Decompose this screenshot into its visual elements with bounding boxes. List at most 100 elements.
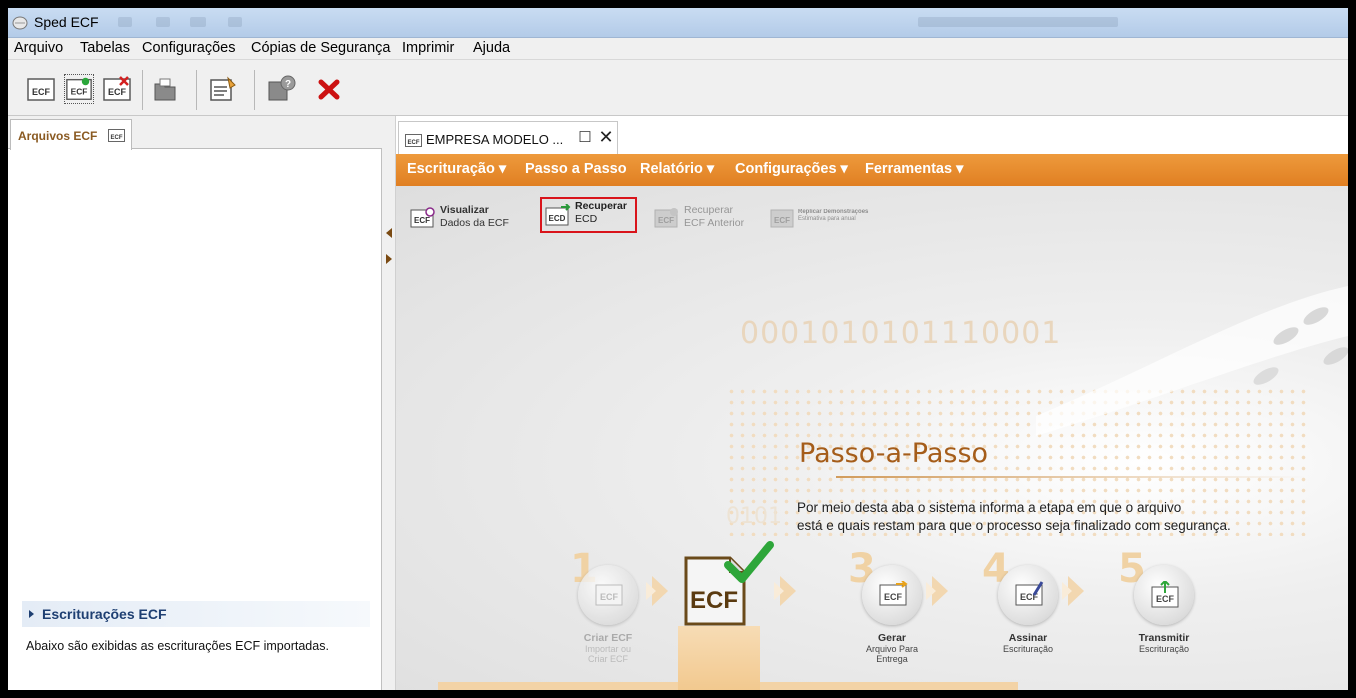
menu-bar: Arquivo Tabelas Configurações Cópias de … [8, 38, 1348, 60]
close-icon[interactable]: ✕ [598, 128, 614, 146]
menu-imprimir[interactable]: Imprimir [402, 40, 454, 56]
menu-ferramentas[interactable]: Ferramentas ▾ [865, 161, 963, 177]
svg-text:ECF: ECF [111, 135, 123, 141]
svg-text:ECF: ECF [774, 216, 790, 225]
background-title-ghost [918, 17, 1118, 27]
document-tab-strip: ECF EMPRESA MODELO ... ☐ ✕ [396, 116, 1348, 155]
recover-ecf-icon: ECF [654, 208, 678, 228]
qat-ghost-icon [156, 17, 170, 27]
action-label-1: Recuperar [575, 200, 627, 212]
step-chevron-icon [646, 576, 668, 606]
svg-text:ECF: ECF [600, 592, 619, 602]
action-label-1: Recuperar [684, 204, 734, 216]
svg-text:ECF: ECF [408, 140, 420, 146]
action-label-1: Replicar Demonstrações [798, 209, 869, 215]
edit-icon [210, 76, 236, 101]
menu-tabelas[interactable]: Tabelas [80, 40, 130, 56]
help-icon: ? [268, 75, 296, 101]
menu-passo-a-passo[interactable]: Passo a Passo [525, 161, 627, 177]
action-label-2: ECF Anterior [684, 217, 745, 229]
svg-text:?: ? [285, 79, 291, 90]
red-x-icon [318, 79, 340, 100]
step-title: ECF [690, 587, 738, 614]
toolbar: ECF ECF ECF ? [8, 60, 1348, 116]
visualizar-dados-button[interactable]: ECF Visualizar Dados da ECF [410, 202, 522, 236]
step-title: Transmitir [1138, 632, 1190, 644]
action-label-1: Visualizar [440, 204, 489, 216]
section-header-escrituracoes[interactable]: Escriturações ECF [22, 601, 370, 627]
menu-copias-seguranca[interactable]: Cópias de Segurança [251, 40, 390, 56]
active-step-glow [678, 626, 760, 690]
passo-a-passo-description-1: Por meio desta aba o sistema informa a e… [797, 500, 1182, 515]
menu-relatorio[interactable]: Relatório ▾ [640, 161, 714, 177]
recover-ecd-icon: ECD [545, 204, 571, 226]
step-title: Criar ECF [583, 632, 633, 644]
sped-app-icon [12, 16, 28, 30]
collapse-left-arrow-icon[interactable] [386, 228, 392, 238]
left-panel: Arquivos ECF ECF Escriturações ECF Abaix… [8, 116, 382, 690]
svg-text:ECF: ECF [1156, 594, 1175, 604]
step-chevron-icon [1062, 576, 1084, 606]
new-ecf-button[interactable]: ECF [64, 74, 94, 104]
decorative-swoosh [1036, 286, 1348, 436]
import-button[interactable] [150, 74, 180, 104]
svg-text:ECF: ECF [108, 87, 127, 97]
toolbar-separator [196, 70, 197, 110]
step-subtitle: Escrituração [1002, 644, 1054, 654]
replicar-demonstracoes-button[interactable]: ECF Replicar Demonstrações Estimativa pa… [770, 202, 900, 236]
decorative-binary-text-2: 0101 [726, 504, 782, 529]
step-subtitle: Escrituração [1138, 644, 1190, 654]
ecf-file-icon: ECF [27, 78, 55, 101]
menu-arquivo[interactable]: Arquivo [14, 40, 63, 56]
menu-ajuda[interactable]: Ajuda [473, 40, 510, 56]
ecf-sign-icon: ECF [1015, 581, 1044, 606]
action-label-2: Estimativa para anual [798, 216, 856, 222]
tab-empresa-modelo[interactable]: ECF EMPRESA MODELO ... ☐ ✕ [398, 121, 618, 155]
decorative-binary-text: 0001010101110001 [740, 316, 1062, 351]
step-subtitle: Arquivo Para [865, 644, 919, 654]
view-ecf-icon: ECF [410, 207, 435, 228]
ecf-create-icon: ECF [595, 584, 623, 606]
section-title: Escriturações ECF [42, 606, 167, 622]
svg-text:ECF: ECF [71, 87, 88, 97]
step-subtitle: Importar ou [584, 644, 632, 654]
menu-escrituracao[interactable]: Escrituração ▾ [407, 161, 506, 177]
qat-ghost-icon [228, 17, 242, 27]
ecf-delete-icon: ECF [103, 76, 131, 101]
toolbar-separator [142, 70, 143, 110]
expand-right-arrow-icon[interactable] [386, 254, 392, 264]
passo-a-passo-title: Passo-a-Passo [799, 438, 989, 469]
svg-text:ECF: ECF [32, 87, 51, 97]
svg-text:ECD: ECD [549, 214, 566, 223]
left-tab-strip: Arquivos ECF ECF [8, 116, 382, 150]
edit-button[interactable] [208, 74, 238, 104]
title-bar: Sped ECF [8, 8, 1348, 38]
window-title: Sped ECF [34, 14, 99, 30]
replicate-ecf-icon: ECF [770, 209, 794, 228]
qat-ghost-icon [190, 17, 206, 27]
step-chevron-icon [774, 576, 796, 606]
svg-text:ECF: ECF [414, 216, 430, 225]
svg-text:ECF: ECF [884, 592, 903, 602]
tab-arquivos-ecf[interactable]: Arquivos ECF ECF [10, 119, 132, 150]
decorative-rule [836, 476, 1306, 478]
menu-configuracoes[interactable]: Configurações [142, 40, 236, 56]
ecf-file-icon: ECF [405, 134, 422, 147]
action-label-2: Dados da ECF [440, 217, 509, 229]
menu-configuracoes[interactable]: Configurações ▾ [735, 161, 848, 177]
ecf-new-icon: ECF [66, 77, 92, 100]
delete-ecf-button[interactable]: ECF [102, 74, 132, 104]
help-button[interactable]: ? [266, 74, 296, 104]
recuperar-ecd-button[interactable]: ECD Recuperar ECD [540, 197, 637, 233]
green-check-icon [724, 541, 774, 583]
ecf-file-icon: ECF [108, 129, 125, 142]
exit-button[interactable] [314, 74, 344, 104]
open-ecf-button[interactable]: ECF [26, 74, 56, 104]
action-label-2: ECD [575, 213, 598, 225]
panel-splitter[interactable] [382, 116, 396, 690]
maximize-icon[interactable]: ☐ [577, 130, 593, 146]
recuperar-ecf-anterior-button[interactable]: ECF Recuperar ECF Anterior [654, 202, 754, 236]
passo-a-passo-description-2: está e quais restam para que o processo … [797, 518, 1231, 533]
tab-label: EMPRESA MODELO ... [426, 132, 564, 147]
module-menu-bar: Escrituração ▾ Passo a Passo Relatório ▾… [396, 154, 1348, 186]
